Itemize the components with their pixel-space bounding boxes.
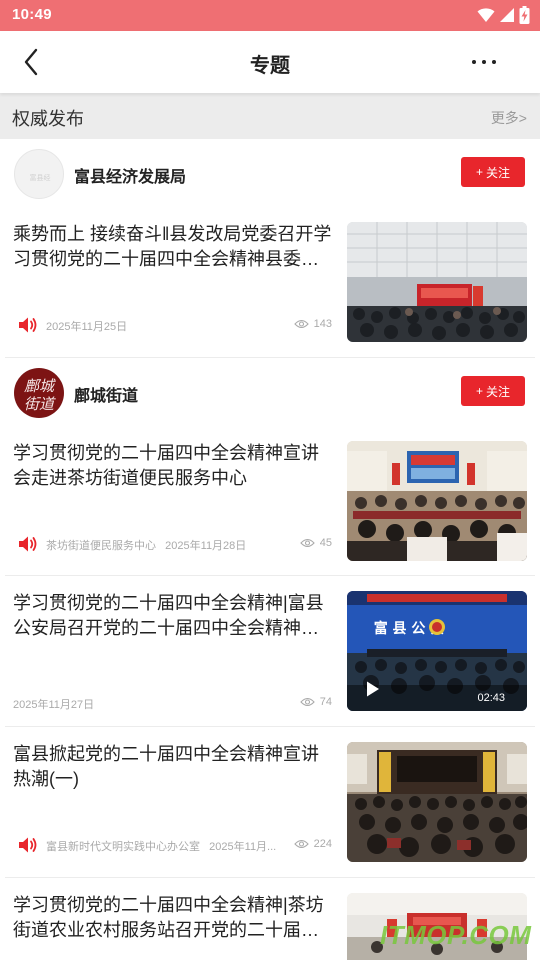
list-item[interactable]: 富县掀起党的二十届四中全会精神宣讲热潮(一) 富县新时代文明实践中心办公室 20…	[0, 742, 540, 892]
video-duration: 02:43	[477, 692, 505, 704]
article-meta: 茶坊街道便民服务中心 2025年11月28日 45	[13, 535, 335, 553]
list-item[interactable]: 乘势而上 接续奋斗‖县发改局党委召开学习贯彻党的二十届四中全会精神县委宣… 20…	[0, 222, 540, 372]
article-thumbnail[interactable]	[347, 742, 527, 862]
view-count-value: 45	[319, 537, 332, 549]
article-thumbnail[interactable]	[347, 222, 527, 342]
article-source: 富县新时代文明实践中心办公室	[46, 841, 200, 853]
play-icon[interactable]	[365, 680, 381, 698]
battery-charging-icon	[519, 6, 530, 24]
follow-button[interactable]: + 关注	[461, 376, 525, 406]
eye-icon	[299, 538, 315, 548]
list-item[interactable]: 学习贯彻党的二十届四中全会精神宣讲会走进茶坊街道便民服务中心 茶坊街道便民服务中…	[0, 441, 540, 591]
list-item[interactable]: 学习贯彻党的二十届四中全会精神|富县公安局召开党的二十届四中全会精神宣… 富 县…	[0, 591, 540, 741]
article-meta: 富县新时代文明实践中心办公室 2025年11月... 224	[13, 836, 335, 854]
eye-icon	[299, 697, 315, 707]
page-title: 专题	[250, 55, 290, 77]
view-count: 224	[293, 838, 332, 850]
article-date: 2025年11月27日	[13, 699, 95, 711]
view-count-value: 143	[313, 318, 332, 330]
account-name[interactable]: 鄜城街道	[74, 382, 138, 406]
audio-speaker-icon[interactable]	[18, 836, 38, 854]
svg-text:街道: 街道	[24, 395, 56, 413]
divider	[5, 877, 535, 878]
account-avatar[interactable]: 鄜城 街道	[14, 368, 64, 418]
article-title[interactable]: 学习贯彻党的二十届四中全会精神|富县公安局召开党的二十届四中全会精神宣…	[13, 591, 335, 641]
follow-label: 关注	[486, 165, 511, 180]
audio-speaker-icon[interactable]	[18, 535, 38, 553]
auditorium-photo	[347, 742, 527, 862]
view-count: 143	[293, 318, 332, 330]
status-bar: 10:49	[0, 0, 540, 31]
account-avatar[interactable]: 富县经	[14, 149, 64, 199]
account-name[interactable]: 富县经济发展局	[74, 163, 186, 187]
article-thumbnail[interactable]	[347, 441, 527, 561]
meeting-hall-photo	[347, 222, 527, 342]
audio-speaker-icon[interactable]	[18, 316, 38, 334]
cellular-signal-icon	[500, 8, 514, 22]
status-icons	[477, 6, 530, 24]
divider	[5, 357, 535, 358]
wifi-icon	[477, 8, 495, 22]
status-time: 10:49	[12, 6, 52, 23]
account-row[interactable]: 富县经 富县经济发展局 + 关注	[0, 141, 540, 205]
article-meta: 2025年11月27日 74	[13, 694, 335, 712]
lecture-hall-photo	[347, 441, 527, 561]
account-logo-icon: 鄜城 街道	[15, 369, 63, 417]
article-source-date: 茶坊街道便民服务中心 2025年11月28日	[46, 537, 246, 553]
article-source-date: 富县新时代文明实践中心办公室 2025年11月...	[46, 838, 276, 854]
nav-bar: 专题	[0, 31, 540, 93]
view-count-value: 74	[319, 696, 332, 708]
account-logo-icon: 富县经	[30, 173, 51, 182]
article-date: 2025年11月...	[209, 841, 277, 853]
more-dots-icon	[472, 60, 496, 64]
svg-text:鄜城: 鄜城	[24, 377, 56, 395]
view-count: 45	[299, 537, 332, 549]
divider	[5, 726, 535, 727]
article-meta: 2025年11月25日 143	[13, 316, 335, 334]
follow-label: 关注	[486, 384, 511, 399]
plus-icon: +	[475, 165, 483, 179]
watermark: ITMOP.COM	[380, 920, 532, 950]
follow-button[interactable]: + 关注	[461, 157, 525, 187]
svg-text:富县经: 富县经	[30, 173, 51, 182]
section-title: 权威发布	[12, 109, 84, 129]
more-options-button[interactable]	[470, 55, 500, 69]
view-count: 74	[299, 696, 332, 708]
video-thumbnail[interactable]: 富 县 公 安 02:43	[347, 591, 527, 711]
article-title[interactable]: 学习贯彻党的二十届四中全会精神|茶坊街道农业农村服务站召开党的二十届四…	[13, 893, 335, 943]
view-count-value: 224	[313, 838, 332, 850]
article-date: 2025年11月28日	[165, 540, 247, 552]
article-title[interactable]: 乘势而上 接续奋斗‖县发改局党委召开学习贯彻党的二十届四中全会精神县委宣…	[13, 222, 335, 272]
section-header: 权威发布 更多>	[0, 93, 540, 139]
eye-icon	[293, 839, 309, 849]
article-date: 2025年11月25日	[46, 321, 128, 333]
eye-icon	[293, 319, 309, 329]
article-source: 茶坊街道便民服务中心	[46, 540, 156, 552]
plus-icon: +	[475, 384, 483, 398]
article-title[interactable]: 富县掀起党的二十届四中全会精神宣讲热潮(一)	[13, 742, 335, 792]
article-title[interactable]: 学习贯彻党的二十届四中全会精神宣讲会走进茶坊街道便民服务中心	[13, 441, 335, 491]
account-row[interactable]: 鄜城 街道 鄜城街道 + 关注	[0, 360, 540, 424]
divider	[5, 575, 535, 576]
section-more-link[interactable]: 更多>	[491, 108, 527, 128]
